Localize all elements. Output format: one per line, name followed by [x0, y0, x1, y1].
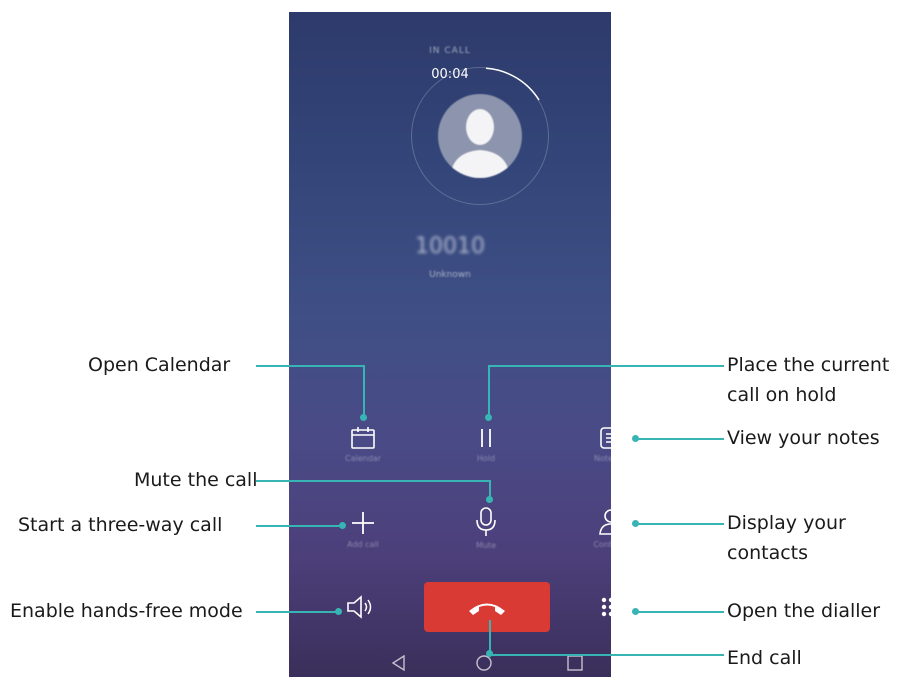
calendar-label: Calendar [345, 454, 381, 463]
leader-endcall-h [489, 654, 724, 656]
speaker-button[interactable] [331, 595, 391, 619]
annotation-mute: Mute the call [134, 469, 258, 491]
leader-contacts-h [636, 523, 724, 525]
calendar-icon [351, 427, 375, 449]
leader-calendar-h [256, 365, 364, 367]
notepad-button[interactable]: Notepad [581, 426, 611, 463]
caller-number: 10010 [415, 234, 485, 259]
leader-notes-h [636, 438, 724, 440]
leader-handsfree-h [256, 611, 338, 613]
leader-handsfree-dot [335, 608, 342, 615]
leader-mute-h [256, 480, 490, 482]
leader-hold-dot [485, 414, 492, 421]
recents-icon[interactable] [565, 653, 585, 673]
person-icon [599, 509, 611, 535]
end-call-button[interactable] [424, 582, 550, 632]
leader-contacts-dot [632, 520, 639, 527]
add-call-button[interactable]: Add call [333, 510, 393, 549]
pause-icon [481, 429, 491, 447]
speaker-icon [347, 595, 372, 619]
phone-hangup-icon [469, 603, 505, 615]
leader-hold-h [488, 365, 724, 367]
leader-hold-v [488, 365, 490, 417]
leader-dialler-h [636, 611, 724, 613]
annotation-hold-line2: call on hold [727, 384, 837, 406]
mute-button[interactable]: Mute [456, 507, 516, 550]
annotation-end-call: End call [727, 647, 802, 669]
leader-dialler-dot [632, 608, 639, 615]
leader-calendar-v [363, 365, 365, 417]
caller-label: Unknown [429, 270, 471, 280]
hold-button[interactable]: Hold [456, 426, 516, 463]
annotation-contacts-line1: Display your [727, 512, 846, 534]
notepad-label: Notepad [594, 454, 611, 463]
annotation-contacts-line2: contacts [727, 542, 809, 564]
back-icon[interactable] [389, 653, 409, 673]
leader-calendar-dot [360, 414, 367, 421]
annotation-view-notes: View your notes [727, 427, 880, 449]
mute-label: Mute [475, 541, 497, 550]
annotation-dialler: Open the dialler [727, 600, 881, 622]
calendar-button[interactable]: Calendar [333, 426, 393, 463]
leader-threeway-h [256, 525, 342, 527]
contacts-button[interactable]: Contacts [581, 508, 611, 549]
dialpad-icon [601, 597, 611, 617]
leader-threeway-dot [339, 522, 346, 529]
annotation-hands-free: Enable hands-free mode [10, 600, 243, 622]
dialpad-button[interactable] [581, 595, 611, 619]
hold-label: Hold [476, 454, 496, 463]
call-status: IN CALL [429, 46, 471, 56]
leader-mute-dot [486, 496, 493, 503]
contacts-label: Contacts [593, 540, 611, 549]
person-silhouette-icon [450, 109, 510, 178]
microphone-icon [476, 507, 496, 536]
notepad-icon [600, 427, 611, 449]
phone-screen: IN CALL 00:04 10010 Unknown Calendar Hol… [289, 12, 611, 677]
add-call-label: Add call [347, 540, 379, 549]
leader-endcall-dot [486, 650, 493, 657]
contact-avatar [438, 94, 522, 178]
annotation-three-way: Start a three-way call [18, 514, 223, 536]
plus-icon [352, 512, 374, 534]
annotation-open-calendar: Open Calendar [88, 354, 231, 376]
leader-notes-dot [632, 435, 639, 442]
annotation-hold-line1: Place the current [727, 354, 890, 376]
